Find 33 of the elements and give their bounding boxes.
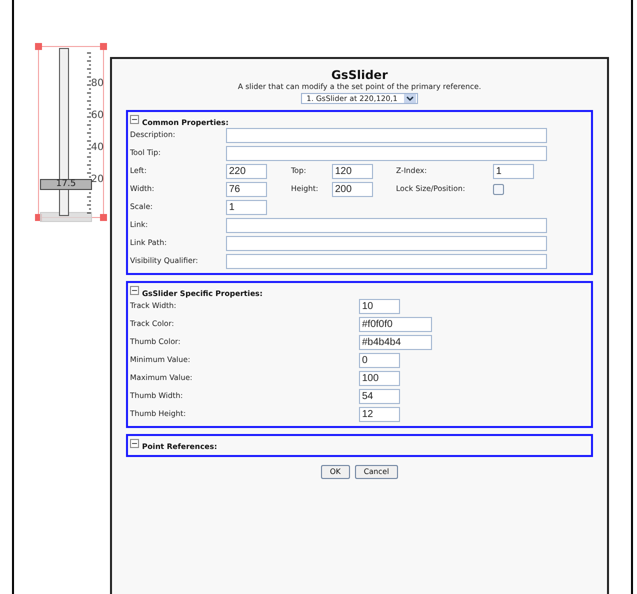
slider-thumb[interactable]: 17.5 — [40, 179, 92, 190]
input-field[interactable]: #f0f0f0 — [359, 316, 432, 332]
input-field[interactable]: 1 — [493, 164, 534, 178]
collapse-icon[interactable] — [130, 439, 139, 448]
input-field[interactable] — [226, 254, 547, 268]
scale-label: 40 — [91, 143, 104, 153]
input-field[interactable] — [226, 236, 547, 250]
input-field[interactable]: 120 — [332, 164, 373, 178]
scale-label: 60 — [91, 111, 104, 121]
collapse-icon[interactable] — [130, 115, 139, 124]
input-field[interactable]: 76 — [226, 182, 267, 196]
chevron-down-icon — [404, 94, 416, 103]
input-field[interactable]: 0 — [359, 352, 400, 368]
input-field[interactable] — [226, 128, 547, 142]
collapse-icon[interactable] — [130, 286, 139, 295]
checkbox[interactable] — [493, 184, 504, 194]
input-field[interactable]: #b4b4b4 — [359, 334, 432, 350]
ghost-thumb — [40, 212, 92, 222]
input-field[interactable] — [226, 146, 547, 160]
input-field[interactable]: 10 — [359, 298, 400, 314]
resize-handle[interactable] — [100, 43, 107, 50]
input-field[interactable] — [226, 218, 547, 232]
input-field[interactable]: 12 — [359, 406, 400, 422]
resize-handle[interactable] — [100, 214, 107, 221]
input-field[interactable]: 100 — [359, 370, 400, 386]
scale-label: 80 — [91, 79, 104, 89]
scale-label: 20 — [91, 175, 104, 185]
input-field[interactable]: 200 — [332, 182, 373, 196]
dialog-title: GsSlider — [331, 68, 388, 82]
input-field[interactable]: 1 — [226, 200, 267, 214]
input-field[interactable]: 54 — [359, 388, 400, 404]
input-field[interactable]: 220 — [226, 164, 267, 178]
resize-handle[interactable] — [35, 43, 42, 50]
